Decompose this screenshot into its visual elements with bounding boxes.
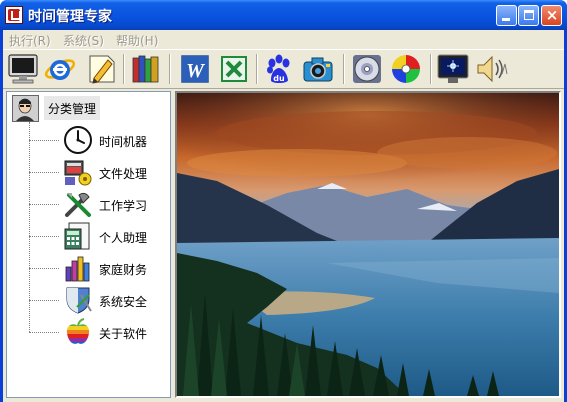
toolbar-baidu-button[interactable]: du [262, 52, 296, 86]
maximize-button[interactable] [518, 5, 539, 26]
calculator-icon [64, 222, 90, 250]
toolbar-library-button[interactable] [129, 52, 163, 86]
internet-explorer-icon [44, 59, 76, 80]
shield-icon [66, 287, 92, 314]
edit-document-icon [89, 55, 115, 84]
books-icon [132, 55, 159, 83]
category-tree: 分类管理 时间机器 文件处理 工作学习 个人助理 家庭财务 系统安全 关于软件 [6, 91, 171, 398]
toolbar-excel-button[interactable] [217, 52, 251, 86]
app-logo-icon[interactable] [5, 6, 23, 24]
tree-item-label: 关于软件 [99, 327, 148, 341]
word-icon: W [181, 55, 209, 83]
toolbar-separator [430, 54, 432, 84]
bar-chart-icon [65, 256, 90, 282]
baidu-paw-icon: du [267, 54, 290, 83]
app-window: 时间管理专家 × 执行(R) 系统(S) 帮助(H) W du 分类管理 时间机… [0, 0, 567, 402]
mountain-lake-photo [177, 93, 559, 396]
excel-icon [221, 56, 247, 82]
media-disc-icon [353, 55, 381, 83]
close-icon: × [545, 6, 559, 24]
toolbar-browser-button[interactable] [43, 52, 77, 86]
client-area: 执行(R) 系统(S) 帮助(H) W du 分类管理 时间机器 文件处理 工作… [3, 30, 564, 402]
menu-run[interactable]: 执行(R) [9, 32, 51, 48]
toolbar-camera-button[interactable] [301, 52, 335, 86]
toolbar-color-button[interactable] [389, 52, 423, 86]
title-bar[interactable]: 时间管理专家 × [0, 0, 567, 30]
close-button[interactable]: × [541, 5, 562, 26]
tree-item-file-process[interactable]: 文件处理 [29, 157, 169, 187]
minimize-button[interactable] [496, 5, 517, 26]
tree-item-assistant[interactable]: 个人助理 [29, 221, 169, 251]
toolbar-monitor-button[interactable] [6, 52, 40, 86]
tree-item-time-machine[interactable]: 时间机器 [29, 125, 169, 155]
toolbar-separator [123, 54, 125, 84]
tree-item-security[interactable]: 系统安全 [29, 285, 169, 315]
toolbar-media-button[interactable] [350, 52, 384, 86]
toolbar-volume-button[interactable] [475, 52, 509, 86]
toolbar: W du [3, 49, 564, 89]
tree-item-label: 工作学习 [99, 199, 148, 213]
tree-item-label: 个人助理 [99, 231, 148, 245]
menu-help[interactable]: 帮助(H) [116, 32, 158, 48]
color-cd-icon [392, 55, 420, 83]
screen-icon [437, 54, 469, 83]
user-avatar-icon[interactable] [12, 95, 39, 122]
minimize-icon [502, 18, 510, 21]
monitor-icon [8, 54, 38, 84]
tools-icon [65, 192, 91, 217]
tree-item-work-study[interactable]: 工作学习 [29, 189, 169, 219]
apple-icon [66, 318, 90, 344]
tree-item-label: 文件处理 [99, 167, 148, 181]
toolbar-word-button[interactable]: W [178, 52, 212, 86]
toolbar-separator [169, 54, 171, 84]
speaker-icon [477, 55, 508, 83]
toolbar-screen-button[interactable] [436, 52, 470, 86]
svg-text:du: du [273, 74, 285, 83]
file-process-icon [64, 160, 92, 186]
toolbar-separator [256, 54, 258, 84]
tree-item-about[interactable]: 关于软件 [29, 317, 169, 347]
menu-bar: 执行(R) 系统(S) 帮助(H) [3, 30, 564, 49]
window-title: 时间管理专家 [28, 9, 112, 25]
tree-item-label: 时间机器 [99, 135, 148, 149]
tree-item-label: 家庭财务 [99, 263, 148, 277]
tree-item-finance[interactable]: 家庭财务 [29, 253, 169, 283]
tree-item-label: 系统安全 [99, 295, 148, 309]
toolbar-edit-button[interactable] [84, 52, 118, 86]
maximize-icon [524, 10, 534, 20]
toolbar-separator [343, 54, 345, 84]
camera-icon [303, 57, 333, 82]
landscape-image [175, 91, 561, 398]
menu-system[interactable]: 系统(S) [63, 32, 104, 48]
tree-root-label[interactable]: 分类管理 [44, 96, 101, 120]
svg-text:W: W [186, 60, 205, 82]
clock-icon [64, 126, 92, 154]
